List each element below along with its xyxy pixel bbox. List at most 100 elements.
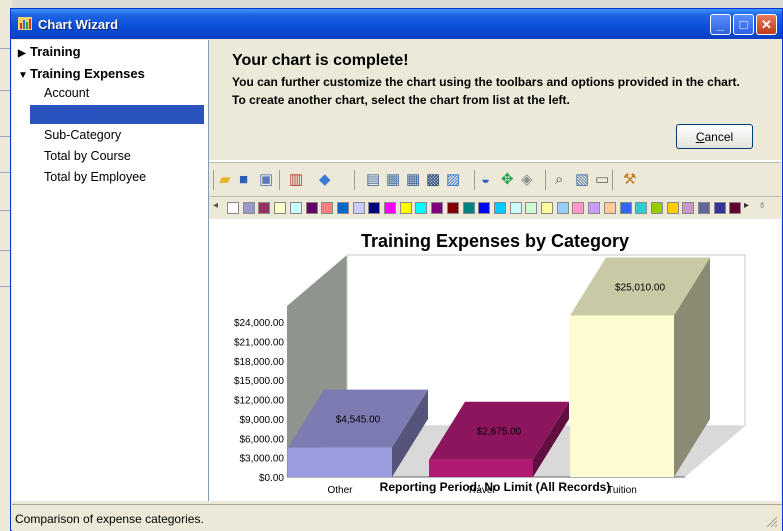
close-icon: ✕: [761, 17, 772, 32]
tree-item-category[interactable]: Category: [30, 105, 204, 124]
palette-swatch[interactable]: [462, 202, 475, 214]
palette-swatch[interactable]: [619, 202, 632, 214]
rotate-icon[interactable]: ◈: [521, 171, 539, 189]
instruction-line-2: To create another chart, select the char…: [232, 93, 570, 107]
palette-swatch[interactable]: [368, 202, 381, 214]
completion-heading: Your chart is complete!: [232, 52, 409, 69]
palette-swatch[interactable]: [446, 202, 459, 214]
tools-icon[interactable]: ⚒: [623, 171, 641, 189]
move-icon[interactable]: ✥: [501, 171, 519, 189]
palette-swatch[interactable]: [572, 202, 585, 214]
palette-swatch[interactable]: [541, 202, 553, 214]
palette-menu-icon[interactable]: ♁: [758, 199, 766, 211]
completion-header: Your chart is complete! You can further …: [209, 40, 781, 160]
open-icon[interactable]: ▰: [219, 171, 237, 189]
3d-view-icon[interactable]: ◒: [481, 171, 499, 189]
y-tick-label: $12,000.00: [234, 396, 284, 407]
y-tick-label: $15,000.00: [234, 376, 284, 387]
chart-title: Training Expenses by Category: [360, 231, 630, 251]
palette-swatch[interactable]: [588, 202, 601, 214]
y-tick-label: $18,000.00: [234, 357, 284, 368]
chart-area[interactable]: $0.00 $3,000.00 $6,000.00 $9,000.00 $12,000.…: [209, 219, 781, 501]
palette-swatch[interactable]: [399, 202, 412, 214]
palette-scroll-right-icon[interactable]: ▸: [744, 200, 749, 211]
resize-grip-icon[interactable]: [766, 516, 778, 528]
data-grid-icon[interactable]: ▩: [426, 171, 444, 189]
toolbar-separator: [545, 170, 546, 190]
window-title: Chart Wizard: [38, 17, 119, 32]
palette-swatch[interactable]: [415, 202, 428, 214]
palette-swatch[interactable]: [305, 202, 318, 214]
y-tick-label: $3,000.00: [240, 454, 285, 465]
palette-swatch[interactable]: [525, 202, 538, 214]
palette-swatch[interactable]: [227, 202, 239, 214]
palette-swatch[interactable]: [478, 202, 491, 214]
grid-icon[interactable]: ▦: [406, 171, 424, 189]
close-button[interactable]: ✕: [756, 14, 777, 35]
title-bar[interactable]: Chart Wizard _ □ ✕: [11, 9, 782, 39]
data-label: $25,010.00: [615, 282, 665, 293]
print-icon[interactable]: ▭: [595, 171, 613, 189]
tree-item-label: Training Expenses: [30, 66, 145, 81]
y-tick-label: $24,000.00: [234, 318, 284, 329]
tree-item-training-expenses[interactable]: ▼ Training Expenses: [18, 66, 145, 81]
palette-swatch[interactable]: [289, 202, 302, 214]
tree-item-total-by-employee[interactable]: Total by Employee: [30, 168, 204, 187]
tree-item-account[interactable]: Account: [30, 84, 204, 103]
palette-swatch[interactable]: [603, 202, 616, 214]
tree-item-sub-category[interactable]: Sub-Category: [30, 126, 204, 145]
expand-arrow-icon[interactable]: ▶: [18, 48, 30, 59]
zoom-icon[interactable]: ⌕: [555, 171, 573, 189]
y-tick-label: $9,000.00: [240, 415, 285, 426]
cancel-button[interactable]: Cancel: [676, 124, 753, 149]
toolbar-separator: [474, 170, 475, 190]
palette-swatch[interactable]: [650, 202, 663, 214]
chart-canvas: $0.00$3,000.00$6,000.00$9,000.00$12,000.…: [234, 254, 746, 496]
palette-swatch[interactable]: [713, 202, 726, 214]
palette-swatch[interactable]: [352, 202, 365, 214]
fill-color-icon[interactable]: ◆: [319, 171, 337, 189]
table-view-icon[interactable]: ▤: [366, 171, 384, 189]
status-bar: Comparison of expense categories.: [12, 504, 782, 531]
palette-swatch[interactable]: [384, 202, 396, 214]
palette-swatch[interactable]: [258, 202, 271, 214]
palette-swatch[interactable]: [274, 202, 287, 214]
chart-view-icon[interactable]: ▨: [446, 171, 464, 189]
y-tick-label: $21,000.00: [234, 337, 284, 348]
minimize-button[interactable]: _: [710, 14, 731, 35]
chart-type-icon[interactable]: ▥: [289, 171, 307, 189]
palette-swatch[interactable]: [242, 202, 255, 214]
data-view-icon[interactable]: ▦: [386, 171, 404, 189]
tree-item-training[interactable]: ▶ Training: [18, 44, 81, 59]
tree-item-label: Training: [30, 44, 81, 59]
palette-swatch[interactable]: [556, 202, 569, 214]
copy-icon[interactable]: ▣: [259, 171, 277, 189]
palette-swatch[interactable]: [666, 202, 679, 214]
bar-tuition: [570, 315, 674, 477]
maximize-button[interactable]: □: [733, 14, 754, 35]
palette-swatch[interactable]: [698, 202, 710, 214]
palette-swatch[interactable]: [431, 202, 444, 214]
save-icon[interactable]: ■: [239, 171, 257, 189]
palette-swatch[interactable]: [509, 202, 522, 214]
palette-scroll-left-icon[interactable]: ◂: [213, 200, 218, 211]
maximize-icon: □: [739, 17, 748, 32]
color-palette-bar: ◂ ▸ ♁: [209, 196, 781, 220]
palette-swatch[interactable]: [336, 202, 349, 214]
palette-swatch[interactable]: [635, 202, 648, 214]
report-tree: ▶ Training ▼ Training Expenses Account Cat…: [12, 40, 209, 501]
palette-swatch[interactable]: [729, 202, 742, 214]
toolbar-separator: [279, 170, 280, 190]
palette-swatch[interactable]: [493, 202, 506, 214]
palette-swatch[interactable]: [321, 202, 334, 214]
palette-swatch[interactable]: [682, 202, 695, 214]
bar-other: [288, 447, 392, 477]
chart-wizard-window: Chart Wizard _ □ ✕ ▶ Training ▼ Training E…: [10, 8, 783, 531]
minimize-icon: _: [716, 17, 725, 32]
tree-item-total-by-course[interactable]: Total by Course: [30, 147, 204, 166]
y-tick-label: $6,000.00: [240, 434, 285, 445]
cancel-label-rest: ancel: [704, 129, 734, 144]
bar-travel: [429, 459, 533, 477]
properties-icon[interactable]: ▧: [575, 171, 593, 189]
collapse-arrow-icon[interactable]: ▼: [18, 70, 30, 81]
